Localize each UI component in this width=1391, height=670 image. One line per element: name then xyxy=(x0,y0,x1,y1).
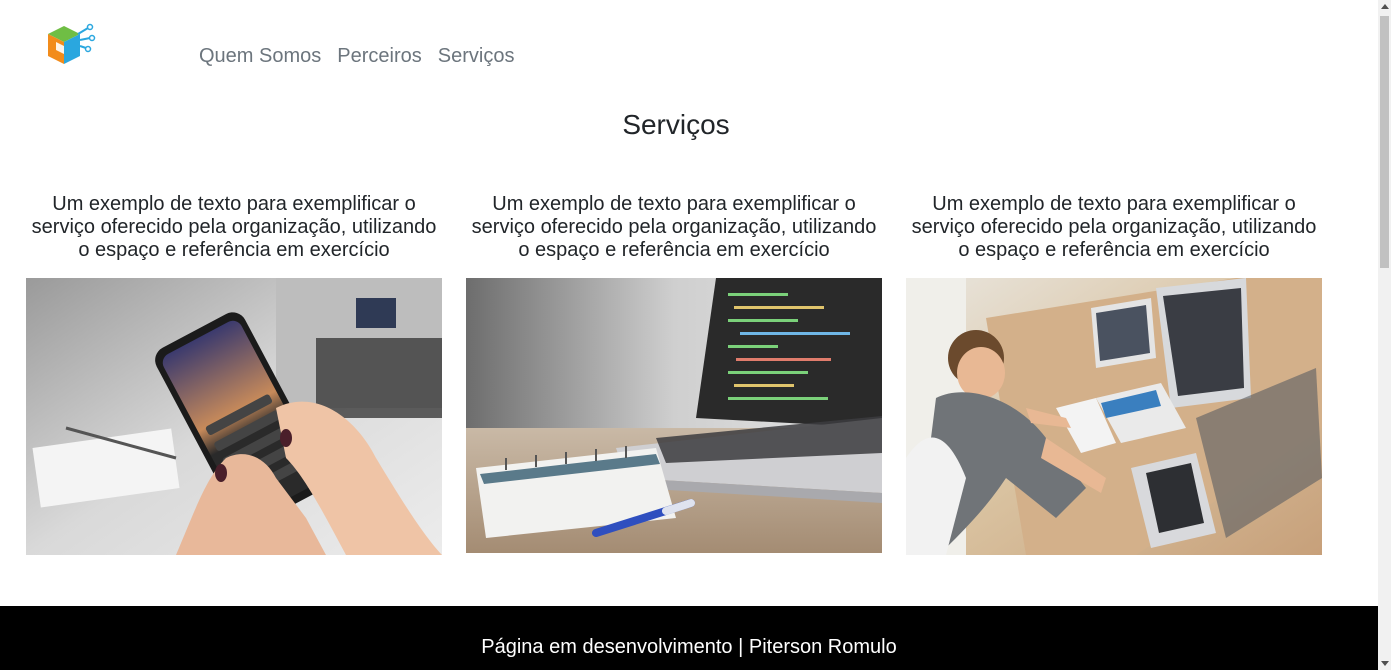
nav-quem-somos[interactable]: Quem Somos xyxy=(199,44,321,68)
laptop-code-photo xyxy=(466,278,882,553)
smartphone-photo xyxy=(26,278,442,555)
vertical-scrollbar[interactable] xyxy=(1378,0,1391,670)
logo-icon[interactable] xyxy=(44,20,96,70)
service-card-text: Um exemplo de texto para exemplificar o … xyxy=(911,193,1317,261)
service-card-text: Um exemplo de texto para exemplificar o … xyxy=(471,193,877,261)
service-card: Um exemplo de texto para exemplificar o … xyxy=(26,193,442,555)
service-card: Um exemplo de texto para exemplificar o … xyxy=(466,193,882,553)
service-card: Um exemplo de texto para exemplificar o … xyxy=(906,193,1322,555)
main-nav: Quem Somos Perceiros Serviços xyxy=(199,44,514,68)
page-title: Serviços xyxy=(622,109,730,140)
scroll-up-icon[interactable] xyxy=(1381,4,1389,9)
footer: Página em desenvolvimento | Piterson Rom… xyxy=(0,606,1378,670)
nav-servicos[interactable]: Serviços xyxy=(438,44,515,68)
footer-text: Página em desenvolvimento | Piterson Rom… xyxy=(481,636,897,658)
scroll-down-icon[interactable] xyxy=(1381,661,1389,666)
nav-perceiros[interactable]: Perceiros xyxy=(337,44,421,68)
service-card-text: Um exemplo de texto para exemplificar o … xyxy=(31,193,437,261)
man-at-desk-photo xyxy=(906,278,1322,555)
scroll-thumb[interactable] xyxy=(1380,16,1389,268)
